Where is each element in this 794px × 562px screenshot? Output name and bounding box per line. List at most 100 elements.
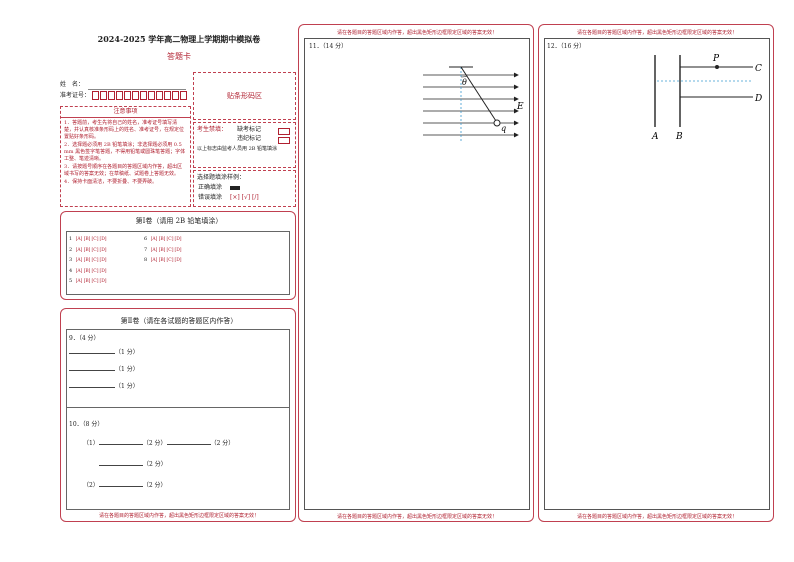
mc-option-bubble[interactable]: [D]: [99, 268, 107, 275]
section2-title: 第Ⅱ卷（请在各试题的答题区内作答）: [120, 317, 238, 325]
correct-fill-label: 正确填涂: [198, 184, 223, 191]
q12-warning-bottom: 请在各题目的答题区域内作答，超出黑色矩形边框限定区域的答案无效！: [576, 514, 737, 520]
mc-option-bubble[interactable]: [C]: [166, 236, 174, 243]
q10-part1-row[interactable]: （1） （2 分） （2 分）: [83, 440, 234, 448]
mc-option-bubble[interactable]: [C]: [91, 268, 99, 275]
q9-blank-3[interactable]: （1 分）: [69, 383, 139, 391]
mc-option-bubble[interactable]: [A]: [75, 268, 83, 275]
notice-title: 注意事项: [61, 107, 190, 118]
correct-fill-sample: [230, 186, 240, 190]
mc-option-bubble[interactable]: [D]: [174, 236, 182, 243]
mc-option-bubble[interactable]: [B]: [83, 247, 91, 254]
name-label: 姓 名：: [60, 81, 85, 88]
mc-option-bubble[interactable]: [D]: [174, 247, 182, 254]
q9-score-2: （1 分）: [115, 366, 139, 373]
mc-option-bubble[interactable]: [A]: [75, 278, 83, 285]
theta-label: θ: [462, 78, 467, 87]
mc-option-bubble[interactable]: [B]: [158, 247, 166, 254]
id-number-cells[interactable]: [92, 91, 188, 101]
mc-option-bubble[interactable]: [B]: [83, 257, 91, 264]
mc-row-6: 6 [A][B][C][D]: [144, 236, 182, 243]
angle-arc: [460, 75, 468, 78]
mc-row-8: 8 [A][B][C][D]: [144, 257, 182, 264]
q11-warning-bottom: 请在各题目的答题区域内作答，超出黑色矩形边框限定区域的答案无效！: [336, 514, 497, 520]
section2-divider: [66, 407, 290, 408]
answer-sheet-label: 答题卡: [167, 52, 191, 61]
mc-option-bubble[interactable]: [B]: [83, 268, 91, 275]
notice-box: 注意事项 1．答题前，考生先将自己的姓名，准考证号填写清楚，并认真核准条形码上的…: [60, 106, 191, 207]
mc-option-bubble[interactable]: [B]: [83, 236, 91, 243]
mc-option-bubble[interactable]: [A]: [75, 257, 83, 264]
q10-part1-label: （1）: [83, 440, 99, 447]
exam-title: 2024-2025 学年高二物理上学期期中模拟卷: [97, 34, 261, 44]
section1-title: 第Ⅰ卷（请用 2B 铅笔填涂）: [135, 217, 223, 225]
mc-row-5: 5 [A][B][C][D]: [69, 278, 107, 285]
mc-option-bubble[interactable]: [C]: [91, 278, 99, 285]
mc-option-bubble[interactable]: [C]: [91, 247, 99, 254]
name-field[interactable]: [88, 89, 186, 90]
mc-option-bubble[interactable]: [D]: [99, 236, 107, 243]
notice-item-3: 3．请按题号顺序在各题目的答题区域内作答，超出区域书写的答案无效；在草稿纸、试题…: [64, 164, 183, 177]
notice-item-4: 4．保持卡面清洁，不要折叠、不要弄破。: [64, 179, 158, 185]
mc-option-bubble[interactable]: [C]: [91, 236, 99, 243]
mc-option-bubble[interactable]: [C]: [166, 257, 174, 264]
mc-option-bubble[interactable]: [D]: [99, 247, 107, 254]
mc-option-bubble[interactable]: [C]: [91, 257, 99, 264]
q9-score-1: （1 分）: [115, 349, 139, 356]
q12-plates-diagram: P C D A B: [651, 54, 762, 142]
mc-row-3: 3 [A][B][C][D]: [69, 257, 107, 264]
absent-mark-checkbox[interactable]: [278, 128, 290, 135]
notice-item-2: 2．选择题必须用 2B 铅笔填涂；非选择题必须用 0.5 mm 黑色签字笔答题，…: [64, 142, 186, 162]
mc-row-4: 4 [A][B][C][D]: [69, 268, 107, 275]
mc-option-bubble[interactable]: [D]: [174, 257, 182, 264]
q10-part1-row2[interactable]: （2 分）: [99, 461, 167, 469]
id-label: 准考证号：: [60, 92, 91, 99]
q12-panel: 请在各题目的答题区域内作答，超出黑色矩形边框限定区域的答案无效！ 12．（16 …: [538, 24, 774, 522]
q10-score-4: （2 分）: [142, 482, 167, 489]
section2-warning: 请在各题目的答题区域内作答，超出黑色矩形边框限定区域的答案无效！: [98, 513, 259, 519]
examinee-mark-note: 以上标志由监考人员用 2B 铅笔填涂: [197, 146, 278, 152]
barcode-label: 贴条形码区: [227, 92, 262, 100]
mc-option-bubble[interactable]: [A]: [150, 247, 158, 254]
mc-option-bubble[interactable]: [A]: [75, 247, 83, 254]
label-a: A: [651, 132, 659, 142]
q10-score-3: （2 分）: [143, 461, 167, 468]
q11-warning-top: 请在各题目的答题区域内作答，超出黑色矩形边框限定区域的答案无效！: [336, 30, 497, 36]
q11-field-diagram: θ E q: [423, 66, 524, 143]
examinee-mark-label: 考生禁填：: [197, 126, 228, 133]
label-p: P: [712, 54, 720, 64]
mc-row-1: 1 [A][B][C][D]: [69, 236, 107, 243]
mc-option-bubble[interactable]: [C]: [166, 247, 174, 254]
label-c: C: [755, 64, 762, 74]
label-b: B: [675, 132, 683, 142]
absent-mark-label: 缺考标记: [237, 126, 262, 133]
q10-score-1: （2 分）: [142, 440, 167, 447]
mc-option-bubble[interactable]: [D]: [99, 278, 107, 285]
q9-blank-1[interactable]: （1 分）: [69, 349, 139, 357]
mc-option-bubble[interactable]: [A]: [75, 236, 83, 243]
q10-part2-row[interactable]: （2） （2 分）: [83, 482, 167, 490]
mc-row-2: 2 [A][B][C][D]: [69, 247, 107, 254]
mc-row-7: 7 [A][B][C][D]: [144, 247, 182, 254]
q11-label: 11．（14 分）: [309, 43, 348, 50]
mc-option-bubble[interactable]: [A]: [150, 257, 158, 264]
violation-mark-checkbox[interactable]: [278, 137, 290, 144]
notice-item-1: 1．答题前，考生先将自己的姓名，准考证号填写清楚，并认真核准条形码上的姓名、准考…: [64, 120, 185, 140]
barcode-area: 贴条形码区: [193, 72, 296, 120]
fill-sample-title: 选择题填涂样例：: [197, 174, 246, 181]
section2-box: 第Ⅱ卷（请在各试题的答题区内作答） 9．（4 分） （1 分） （1 分） （1…: [60, 308, 296, 522]
q11-panel: 请在各题目的答题区域内作答，超出黑色矩形边框限定区域的答案无效！ 11．（14 …: [298, 24, 534, 522]
label-d: D: [754, 94, 762, 104]
mc-option-bubble[interactable]: [D]: [99, 257, 107, 264]
q9-blank-2[interactable]: （1 分）: [69, 366, 139, 374]
mc-option-bubble[interactable]: [A]: [150, 236, 158, 243]
mc-option-bubble[interactable]: [B]: [158, 236, 166, 243]
q10-part2-label: （2）: [83, 482, 99, 489]
mc-option-bubble[interactable]: [B]: [158, 257, 166, 264]
mc-option-bubble[interactable]: [B]: [83, 278, 91, 285]
wrong-fill-label: 错误填涂: [198, 194, 223, 201]
point-p: [715, 65, 719, 69]
q12-warning-top: 请在各题目的答题区域内作答，超出黑色矩形边框限定区域的答案无效！: [576, 30, 737, 36]
charged-ball: [493, 119, 501, 127]
q10-label: 10．（8 分）: [69, 421, 104, 428]
